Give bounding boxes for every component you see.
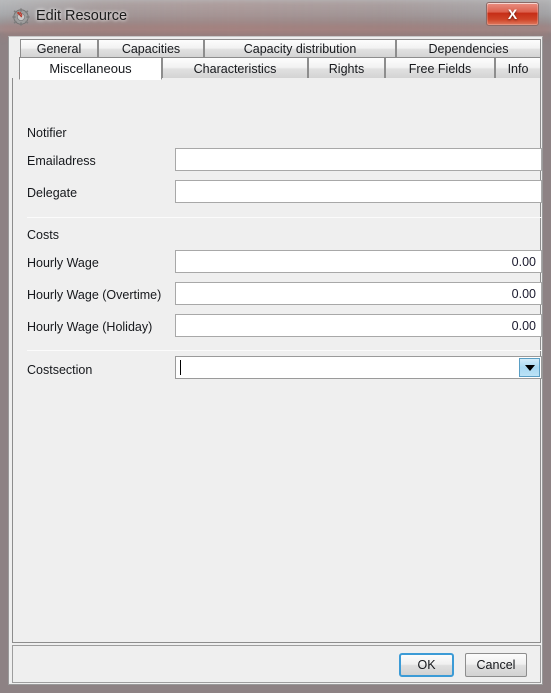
ok-button[interactable]: OK: [399, 653, 454, 677]
tab-label: Capacities: [121, 42, 181, 56]
dialog-client-area: General Capacities Capacity distribution…: [8, 36, 543, 685]
hourly-wage-overtime-label: Hourly Wage (Overtime): [27, 288, 162, 302]
cancel-button[interactable]: Cancel: [465, 653, 527, 677]
ok-button-label: OK: [417, 658, 436, 672]
notifier-costs-divider: [27, 217, 542, 218]
tab-dependencies[interactable]: Dependencies: [396, 39, 541, 58]
emailadress-input[interactable]: [175, 148, 542, 171]
cancel-button-label: Cancel: [476, 658, 516, 672]
tab-characteristics[interactable]: Characteristics: [162, 57, 308, 80]
hourly-wage-holiday-input[interactable]: [175, 314, 542, 337]
title-bar[interactable]: Edit Resource X: [0, 0, 551, 36]
chevron-down-icon: [524, 364, 535, 371]
tab-label: Miscellaneous: [49, 61, 132, 76]
tab-info[interactable]: Info: [495, 57, 541, 80]
dialog-button-bar: OK Cancel: [12, 645, 541, 683]
costsection-input[interactable]: [177, 358, 517, 377]
tab-capacity-distribution[interactable]: Capacity distribution: [204, 39, 396, 58]
tab-label: Rights: [328, 61, 365, 76]
tab-label: Capacity distribution: [243, 42, 357, 56]
tab-label: Dependencies: [428, 42, 509, 56]
edit-resource-window: Edit Resource X General Capacities Capac…: [0, 0, 551, 693]
hourly-wage-overtime-input[interactable]: [175, 282, 542, 305]
hourly-wage-input[interactable]: [175, 250, 542, 273]
tab-label: Info: [507, 61, 529, 76]
tab-general[interactable]: General: [20, 39, 98, 58]
delegate-input[interactable]: [175, 180, 542, 203]
tab-label: Characteristics: [193, 61, 277, 76]
hourly-wage-holiday-label: Hourly Wage (Holiday): [27, 320, 153, 334]
notifier-section-heading: Notifier: [27, 126, 67, 140]
gear-icon: [12, 8, 30, 26]
costs-costsection-divider: [27, 350, 542, 351]
tab-strip: General Capacities Capacity distribution…: [12, 39, 541, 80]
close-icon: X: [507, 6, 518, 22]
tab-capacities[interactable]: Capacities: [98, 39, 204, 58]
tab-free-fields[interactable]: Free Fields: [385, 57, 495, 80]
costsection-dropdown-button[interactable]: [519, 358, 540, 377]
tab-rights[interactable]: Rights: [308, 57, 385, 80]
tab-label: General: [36, 42, 82, 56]
tab-miscellaneous[interactable]: Miscellaneous: [19, 57, 162, 80]
tab-label: Free Fields: [408, 61, 472, 76]
hourly-wage-label: Hourly Wage: [27, 256, 99, 270]
costsection-label: Costsection: [27, 363, 93, 377]
costs-section-heading: Costs: [27, 228, 59, 242]
close-button[interactable]: X: [486, 2, 539, 26]
miscellaneous-tab-panel: Notifier Emailadress Delegate Costs Hour…: [12, 78, 542, 643]
window-title: Edit Resource: [36, 8, 128, 24]
delegate-label: Delegate: [27, 186, 78, 200]
emailadress-label: Emailadress: [27, 154, 96, 168]
costsection-combobox[interactable]: [175, 356, 542, 379]
